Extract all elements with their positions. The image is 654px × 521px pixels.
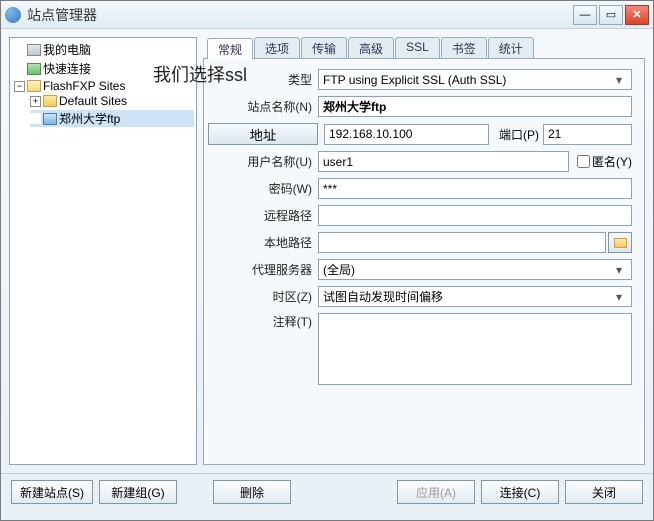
proxy-value: (全局) <box>323 261 611 278</box>
details-pane: 我们选择ssl 常规 选项 传输 高级 SSL 书签 统计 类型 FTP usi… <box>203 37 645 465</box>
tab-bookmarks[interactable]: 书签 <box>441 37 487 58</box>
tree-flashfxp-sites[interactable]: − FlashFXP Sites <box>14 79 194 93</box>
type-value: FTP using Explicit SSL (Auth SSL) <box>323 73 611 87</box>
tab-options[interactable]: 选项 <box>254 37 300 58</box>
username-input[interactable] <box>318 151 569 172</box>
browse-local-button[interactable] <box>608 232 632 253</box>
anonymous-checkbox[interactable]: 匿名(Y) <box>577 153 632 170</box>
delete-button[interactable]: 删除 <box>213 480 291 504</box>
timezone-select[interactable]: 试图自动发现时间偏移▾ <box>318 286 632 307</box>
address-button[interactable]: 地址 <box>208 123 318 145</box>
tab-transfer[interactable]: 传输 <box>301 37 347 58</box>
tab-advanced[interactable]: 高级 <box>348 37 394 58</box>
port-input[interactable] <box>543 124 632 145</box>
username-label: 用户名称(U) <box>208 153 318 170</box>
timezone-value: 试图自动发现时间偏移 <box>323 288 611 305</box>
address-input[interactable] <box>324 124 489 145</box>
proxy-label: 代理服务器 <box>208 261 318 278</box>
tab-stats[interactable]: 统计 <box>488 37 534 58</box>
app-icon <box>5 7 21 23</box>
password-input[interactable] <box>318 178 632 199</box>
tree-my-computer[interactable]: 我的电脑 <box>14 41 194 58</box>
quick-connect-icon <box>27 63 41 75</box>
notes-label: 注释(T) <box>208 313 318 330</box>
type-select[interactable]: FTP using Explicit SSL (Auth SSL)▾ <box>318 69 632 90</box>
apply-button[interactable]: 应用(A) <box>397 480 475 504</box>
window-title: 站点管理器 <box>27 5 573 25</box>
type-label: 类型 <box>208 71 318 88</box>
maximize-button[interactable]: ▭ <box>599 5 623 25</box>
tree-default-sites[interactable]: + Default Sites <box>30 94 194 108</box>
tree-quick-connect[interactable]: 快速连接 <box>14 60 194 77</box>
connect-button[interactable]: 连接(C) <box>481 480 559 504</box>
remote-path-input[interactable] <box>318 205 632 226</box>
site-name-label: 站点名称(N) <box>208 98 318 115</box>
computer-icon <box>27 44 41 56</box>
local-path-input[interactable] <box>318 232 606 253</box>
timezone-label: 时区(Z) <box>208 288 318 305</box>
chevron-down-icon: ▾ <box>611 263 627 277</box>
tree-label: Default Sites <box>59 94 127 108</box>
local-path-label: 本地路径 <box>208 234 318 251</box>
site-tree-pane: 我的电脑 快速连接 − FlashFXP Sites + Default Sites… <box>9 37 197 465</box>
notes-textarea[interactable] <box>318 313 632 385</box>
site-tree[interactable]: 我的电脑 快速连接 − FlashFXP Sites + Default Sites… <box>12 40 194 129</box>
footer-bar: 新建站点(S) 新建组(G) 删除 应用(A) 连接(C) 关闭 <box>1 473 653 510</box>
tree-label: 郑州大学ftp <box>59 110 120 127</box>
password-label: 密码(W) <box>208 180 318 197</box>
tab-ssl[interactable]: SSL <box>395 37 440 58</box>
port-label: 端口(P) <box>499 126 539 143</box>
tab-general[interactable]: 常规 <box>207 38 253 59</box>
tree-label: FlashFXP Sites <box>43 79 125 93</box>
proxy-select[interactable]: (全局)▾ <box>318 259 632 280</box>
site-manager-window: 站点管理器 — ▭ ✕ 我的电脑 快速连接 − FlashFXP Sites + D… <box>0 0 654 521</box>
remote-path-label: 远程路径 <box>208 207 318 224</box>
chevron-down-icon: ▾ <box>611 290 627 304</box>
window-buttons: — ▭ ✕ <box>573 5 649 25</box>
folder-icon <box>43 95 57 107</box>
minimize-button[interactable]: — <box>573 5 597 25</box>
anonymous-label: 匿名(Y) <box>592 153 632 170</box>
close-dialog-button[interactable]: 关闭 <box>565 480 643 504</box>
folder-open-icon <box>27 80 41 92</box>
titlebar: 站点管理器 — ▭ ✕ <box>1 1 653 29</box>
content-area: 我的电脑 快速连接 − FlashFXP Sites + Default Sites… <box>1 29 653 473</box>
collapse-icon[interactable]: − <box>14 81 25 92</box>
new-group-button[interactable]: 新建组(G) <box>99 480 177 504</box>
expand-icon[interactable]: + <box>30 96 41 107</box>
anonymous-check-input[interactable] <box>577 155 590 168</box>
site-icon <box>43 113 57 125</box>
tree-zzu-ftp[interactable]: 郑州大学ftp <box>30 110 194 127</box>
site-name-input[interactable] <box>318 96 632 117</box>
general-form: 类型 FTP using Explicit SSL (Auth SSL)▾ 站点… <box>203 59 645 465</box>
tab-bar: 常规 选项 传输 高级 SSL 书签 统计 <box>203 37 645 59</box>
tree-label: 快速连接 <box>43 60 91 77</box>
close-button[interactable]: ✕ <box>625 5 649 25</box>
chevron-down-icon: ▾ <box>611 73 627 87</box>
tree-label: 我的电脑 <box>43 41 91 58</box>
folder-icon <box>614 238 627 248</box>
new-site-button[interactable]: 新建站点(S) <box>11 480 93 504</box>
